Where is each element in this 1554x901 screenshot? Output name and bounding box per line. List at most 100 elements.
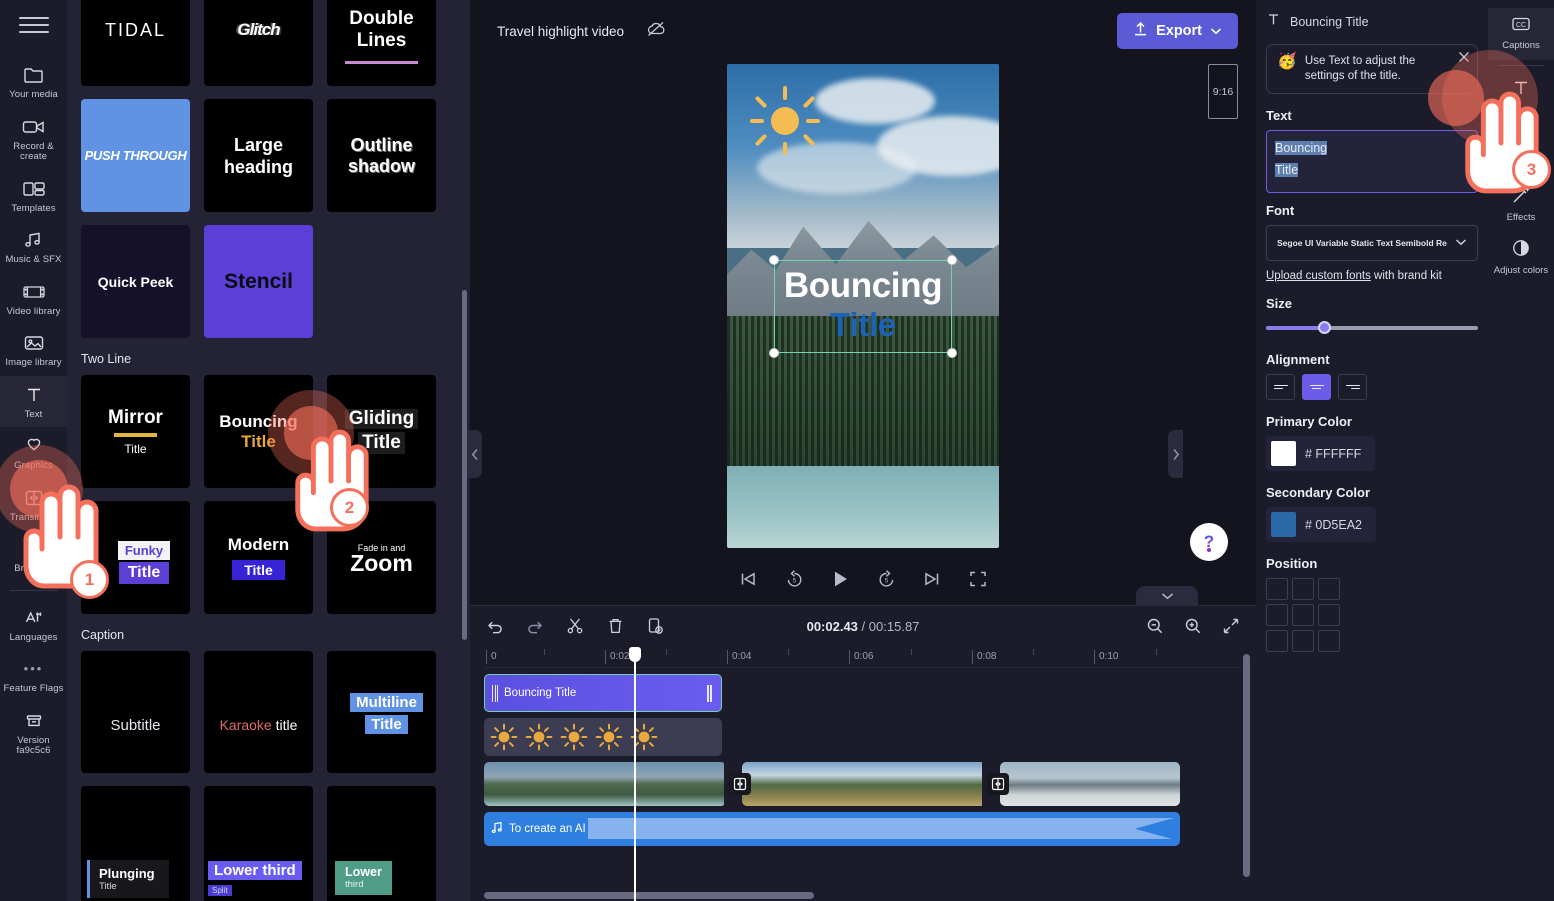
clip-video-2[interactable] xyxy=(742,762,1000,806)
project-title[interactable]: Travel highlight video xyxy=(488,19,633,44)
resize-handle-bl[interactable] xyxy=(769,348,779,358)
zoom-out-button[interactable] xyxy=(1144,615,1166,637)
sidebar-item-feature-flags[interactable]: ••• Feature Flags xyxy=(0,650,67,702)
size-slider[interactable] xyxy=(1266,318,1478,338)
template-card-quick-peek[interactable]: Quick Peek xyxy=(81,225,190,338)
template-card-gliding[interactable]: Gliding Title xyxy=(327,375,436,488)
transition-marker-1[interactable] xyxy=(729,773,751,795)
undo-button[interactable] xyxy=(484,615,506,637)
position-cell-ml[interactable] xyxy=(1266,604,1288,626)
secondary-color-swatch[interactable] xyxy=(1271,512,1296,537)
clip-grip-right[interactable] xyxy=(707,685,713,702)
right-tab-captions[interactable]: CC Captions xyxy=(1488,8,1554,60)
position-cell-tr[interactable] xyxy=(1318,578,1340,600)
delete-button[interactable] xyxy=(604,615,626,637)
position-cell-tl[interactable] xyxy=(1266,578,1288,600)
template-card-subtitle[interactable]: Subtitle xyxy=(81,651,190,773)
template-card-multiline[interactable]: Multiline Title xyxy=(327,651,436,773)
play-button[interactable] xyxy=(827,566,853,592)
right-tab-effects[interactable]: Effects xyxy=(1488,178,1554,232)
slider-thumb[interactable] xyxy=(1318,321,1331,334)
resize-handle-br[interactable] xyxy=(947,348,957,358)
transition-marker-2[interactable] xyxy=(987,773,1009,795)
position-cell-tc[interactable] xyxy=(1292,578,1314,600)
fit-timeline-button[interactable] xyxy=(1220,615,1242,637)
clip-video-3[interactable] xyxy=(1000,762,1180,806)
sidebar-item-your-media[interactable]: Your media xyxy=(0,56,67,108)
primary-color-picker[interactable]: # FFFFFF xyxy=(1266,436,1375,471)
duplicate-button[interactable] xyxy=(644,615,666,637)
position-cell-mc[interactable] xyxy=(1292,604,1314,626)
playhead-knob[interactable] xyxy=(629,647,641,662)
timeline-horizontal-scrollbar[interactable] xyxy=(484,892,814,899)
template-card-modern[interactable]: Modern Title xyxy=(204,501,313,614)
right-tab-fade[interactable]: Fade xyxy=(1488,124,1554,178)
template-card-tidal[interactable]: TIDAL xyxy=(81,0,190,86)
sidebar-item-graphics[interactable]: Graphics xyxy=(0,427,67,479)
sidebar-item-transitions[interactable]: Transitions xyxy=(0,479,67,531)
template-card-glitch[interactable]: Glitch xyxy=(204,0,313,86)
template-card-plunging[interactable]: Plunging Title xyxy=(81,786,190,901)
video-preview[interactable]: Bouncing Title xyxy=(727,64,999,548)
cloud-off-icon[interactable] xyxy=(645,20,667,43)
sidebar-item-brand-kit[interactable]: Brand kit xyxy=(0,530,67,582)
timeline-ruler[interactable]: 0 0:02 0:04 0:06 0:08 0:10 xyxy=(484,646,1242,668)
sidebar-item-record-create[interactable]: Record & create xyxy=(0,108,67,170)
sidebar-item-image-library[interactable]: Image library xyxy=(0,324,67,376)
align-right-button[interactable] xyxy=(1338,374,1367,400)
template-card-large-heading[interactable]: Large heading xyxy=(204,99,313,212)
template-card-mirror[interactable]: Mirror Title xyxy=(81,375,190,488)
template-card-lower-third-split[interactable]: Lower third Split xyxy=(204,786,313,901)
resize-handle-tr[interactable] xyxy=(947,255,957,265)
template-card-push-through[interactable]: PUSH THROUGH xyxy=(81,99,190,212)
sidebar-item-video-library[interactable]: Video library xyxy=(0,273,67,325)
right-tab-text[interactable]: Text xyxy=(1488,71,1554,125)
split-button[interactable] xyxy=(564,615,586,637)
help-button[interactable]: ? xyxy=(1190,523,1228,561)
close-icon[interactable] xyxy=(1458,51,1470,66)
template-card-stencil[interactable]: Stencil xyxy=(204,225,313,338)
upload-custom-fonts-link[interactable]: Upload custom fonts xyxy=(1266,270,1371,282)
right-tab-adjust-colors[interactable]: Adjust colors xyxy=(1488,231,1554,285)
forward-5-button[interactable]: 5 xyxy=(873,566,899,592)
template-card-double-lines[interactable]: Double Lines xyxy=(327,0,436,86)
align-left-button[interactable] xyxy=(1266,374,1295,400)
clip-video-1[interactable] xyxy=(484,762,726,806)
rewind-5-button[interactable]: 5 xyxy=(781,566,807,592)
template-card-funky[interactable]: Funky Title xyxy=(81,501,190,614)
timeline-vertical-scrollbar[interactable] xyxy=(1243,654,1250,877)
export-button[interactable]: Export xyxy=(1117,13,1238,49)
redo-button[interactable] xyxy=(524,615,546,637)
position-cell-bl[interactable] xyxy=(1266,630,1288,652)
collapse-right-panel-button[interactable] xyxy=(1168,430,1183,478)
template-card-bouncing[interactable]: Bouncing Title xyxy=(204,375,313,488)
selection-box[interactable] xyxy=(774,260,952,353)
sidebar-item-text[interactable]: Text xyxy=(0,376,67,428)
template-card-lower-third-green[interactable]: Lower third xyxy=(327,786,436,901)
aspect-ratio-badge[interactable]: 9:16 xyxy=(1208,64,1238,119)
position-cell-mr[interactable] xyxy=(1318,604,1340,626)
clip-audio[interactable]: To create an AI vo... xyxy=(484,812,1180,846)
resize-handle-tl[interactable] xyxy=(769,255,779,265)
sidebar-item-languages[interactable]: Languages xyxy=(0,599,67,651)
fullscreen-button[interactable] xyxy=(965,566,991,592)
align-center-button[interactable] xyxy=(1302,374,1331,400)
sidebar-item-templates[interactable]: Templates xyxy=(0,170,67,222)
template-card-fade-zoom[interactable]: Fade in and Zoom xyxy=(327,501,436,614)
skip-to-start-button[interactable] xyxy=(735,566,761,592)
collapse-left-panel-button[interactable] xyxy=(467,430,482,478)
secondary-color-picker[interactable]: # 0D5EA2 xyxy=(1266,507,1376,542)
zoom-in-button[interactable] xyxy=(1182,615,1204,637)
clip-bouncing-title[interactable]: Bouncing Title xyxy=(484,674,722,712)
skip-to-end-button[interactable] xyxy=(919,566,945,592)
template-card-outline-shadow[interactable]: Outline shadow xyxy=(327,99,436,212)
clip-sun-sticker[interactable] xyxy=(484,718,722,756)
clip-grip-left[interactable] xyxy=(492,685,498,702)
position-cell-bc[interactable] xyxy=(1292,630,1314,652)
font-select[interactable]: Segoe UI Variable Static Text Semibold R… xyxy=(1266,225,1478,261)
collapse-timeline-button[interactable] xyxy=(1136,586,1198,605)
primary-color-swatch[interactable] xyxy=(1271,441,1296,466)
position-cell-br[interactable] xyxy=(1318,630,1340,652)
template-card-karaoke[interactable]: Karaoke title xyxy=(204,651,313,773)
text-input[interactable]: Bouncing Title xyxy=(1266,130,1478,193)
